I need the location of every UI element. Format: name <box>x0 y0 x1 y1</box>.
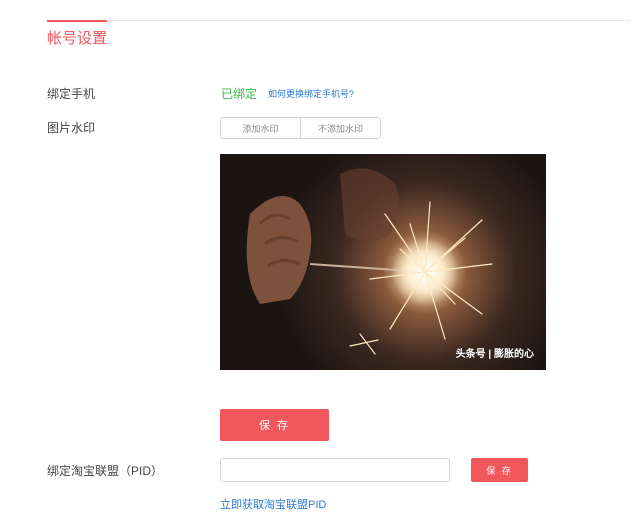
bind-taobao-pid-label: 绑定淘宝联盟（PID） <box>47 464 164 478</box>
pid-input[interactable] <box>220 458 450 482</box>
pid-save-button[interactable]: 保 存 <box>471 458 528 482</box>
get-pid-link[interactable]: 立即获取淘宝联盟PID <box>220 496 326 512</box>
save-button[interactable]: 保 存 <box>220 409 329 441</box>
watermark-preview-image: 头条号 | 膨胀的心 <box>220 154 546 370</box>
image-watermark-label: 图片水印 <box>47 121 96 135</box>
top-divider <box>47 20 630 21</box>
watermark-text: 头条号 | 膨胀的心 <box>455 349 534 360</box>
no-watermark-option[interactable]: 不添加水印 <box>300 118 380 138</box>
phone-bound-status: 已绑定 <box>221 87 258 101</box>
add-watermark-option[interactable]: 添加水印 <box>221 118 300 138</box>
change-phone-help-link[interactable]: 如何更换绑定手机号? <box>268 87 354 100</box>
tab-account-settings[interactable]: 帐号设置 <box>47 20 108 48</box>
watermark-toggle: 添加水印 不添加水印 <box>220 117 381 139</box>
bind-phone-label: 绑定手机 <box>47 87 96 101</box>
sparkler-photo <box>220 154 546 370</box>
